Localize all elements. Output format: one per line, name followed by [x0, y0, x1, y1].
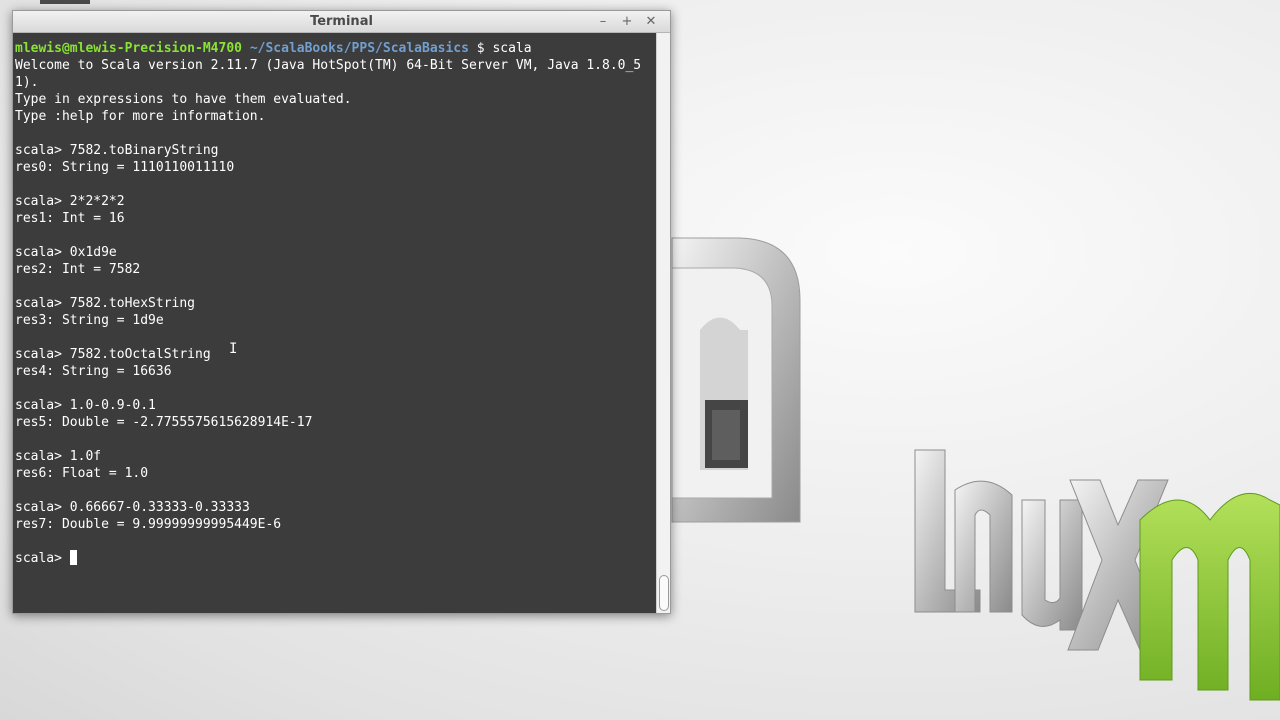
output-lines: Welcome to Scala version 2.11.7 (Java Ho… [15, 58, 641, 532]
terminal-line: res0: String = 1110110011110 [15, 160, 235, 175]
terminal-line: res6: Float = 1.0 [15, 466, 149, 481]
linux-wordmark [914, 449, 1171, 651]
terminal-text-area[interactable]: mlewis@mlewis-Precision-M4700 ~/ScalaBoo… [13, 33, 656, 613]
mint-wordmark [1139, 492, 1280, 701]
top-panel-stub [40, 0, 90, 4]
terminal-line: res1: Int = 16 [15, 211, 125, 226]
terminal-line: scala> 7582.toOctalString [15, 347, 211, 362]
text-cursor [69, 550, 77, 565]
terminal-scrollbar[interactable] [656, 33, 670, 613]
terminal-line: scala> 7582.toBinaryString [15, 143, 219, 158]
scrollbar-thumb[interactable] [659, 575, 669, 611]
terminal-line: scala> 0x1d9e [15, 245, 117, 260]
terminal-line: scala> 1.0-0.9-0.1 [15, 398, 156, 413]
window-titlebar[interactable]: Terminal – + ✕ [13, 11, 670, 33]
terminal-line: scala> 2*2*2*2 [15, 194, 125, 209]
desktop: Terminal – + ✕ mlewis@mlewis-Precision-M… [0, 0, 1280, 720]
minimize-icon: – [599, 14, 607, 29]
maximize-icon: + [621, 14, 633, 29]
prompt-command: $ scala [468, 41, 532, 56]
maximize-button[interactable]: + [618, 13, 636, 31]
terminal-line: Welcome to Scala version 2.11.7 (Java Ho… [15, 58, 642, 73]
terminal-output[interactable]: mlewis@mlewis-Precision-M4700 ~/ScalaBoo… [13, 33, 656, 567]
terminal-line: scala> 7582.toHexString [15, 296, 196, 311]
terminal-line: res5: Double = -2.7755575615628914E-17 [15, 415, 313, 430]
terminal-line: scala> 0.66667-0.33333-0.33333 [15, 500, 250, 515]
window-title: Terminal [310, 14, 373, 29]
prompt-user: mlewis@mlewis-Precision-M4700 [15, 41, 242, 56]
terminal-line: res7: Double = 9.99999999995449E-6 [15, 517, 282, 532]
terminal-window: Terminal – + ✕ mlewis@mlewis-Precision-M… [12, 10, 671, 614]
terminal-line: 1). [15, 75, 39, 90]
terminal-line: scala> 1.0f [15, 449, 102, 464]
terminal-line: res4: String = 16636 [15, 364, 172, 379]
terminal-line: res3: String = 1d9e [15, 313, 164, 328]
current-prompt: scala> [15, 551, 70, 566]
close-icon: ✕ [645, 14, 657, 29]
prompt-path: ~/ScalaBooks/PPS/ScalaBasics [249, 41, 469, 56]
mouse-ibeam-icon: I [229, 341, 238, 357]
mint-logo-emblem [671, 237, 801, 523]
close-button[interactable]: ✕ [642, 13, 660, 31]
minimize-button[interactable]: – [594, 13, 612, 31]
terminal-line: Type :help for more information. [15, 109, 266, 124]
terminal-line: res2: Int = 7582 [15, 262, 141, 277]
terminal-line: Type in expressions to have them evaluat… [15, 92, 352, 107]
